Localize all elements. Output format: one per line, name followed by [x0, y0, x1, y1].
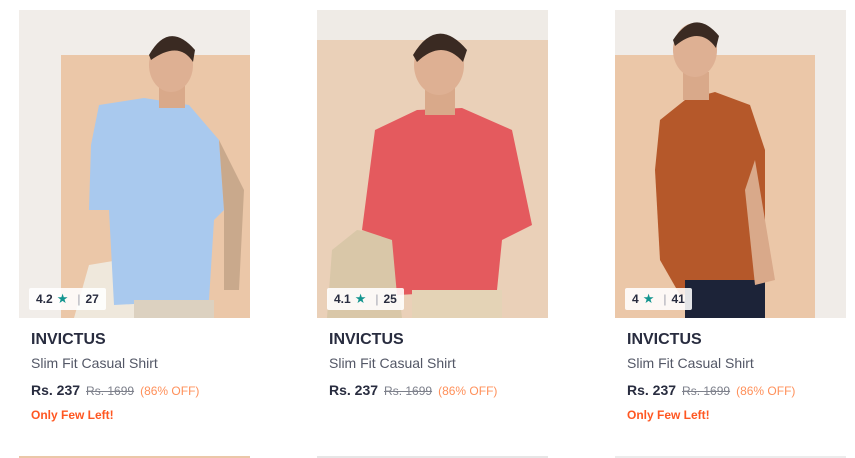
- product-price: Rs. 237: [31, 382, 81, 398]
- product-price: Rs. 237: [329, 382, 379, 398]
- stock-note: Only Few Left!: [627, 408, 710, 422]
- product-card[interactable]: 4.2 ★ | 27 INVICTUS Slim Fit Casual Shir…: [19, 10, 250, 423]
- product-discount: (86% OFF): [438, 384, 498, 398]
- product-brand[interactable]: INVICTUS: [627, 330, 846, 350]
- rating-separator: |: [375, 292, 379, 306]
- star-icon: ★: [642, 291, 655, 306]
- product-info[interactable]: INVICTUS Slim Fit Casual Shirt Rs. 237 R…: [317, 318, 548, 400]
- rating-value: 4.1: [334, 292, 351, 306]
- rating-badge: 4.1 ★ | 25: [327, 288, 404, 310]
- product-mrp: Rs. 1699: [682, 384, 731, 398]
- rating-value: 4: [632, 292, 639, 306]
- star-icon: ★: [354, 291, 367, 306]
- product-brand[interactable]: INVICTUS: [31, 330, 250, 350]
- product-card[interactable]: 4 ★ | 41 INVICTUS Slim Fit Casual Shirt …: [615, 10, 846, 423]
- product-mrp: Rs. 1699: [384, 384, 433, 398]
- stock-note: Only Few Left!: [31, 408, 114, 422]
- price-row: Rs. 237 Rs. 1699 (86% OFF): [627, 381, 846, 400]
- product-discount: (86% OFF): [140, 384, 200, 398]
- product-name[interactable]: Slim Fit Casual Shirt: [31, 353, 250, 373]
- product-card[interactable]: 4.1 ★ | 25 INVICTUS Slim Fit Casual Shir…: [317, 10, 548, 400]
- product-image[interactable]: 4 ★ | 41: [615, 10, 846, 318]
- rating-count: 41: [671, 292, 685, 306]
- rating-count: 25: [383, 292, 397, 306]
- rating-badge: 4 ★ | 41: [625, 288, 692, 310]
- product-info[interactable]: INVICTUS Slim Fit Casual Shirt Rs. 237 R…: [19, 318, 250, 423]
- product-discount: (86% OFF): [736, 384, 796, 398]
- rating-separator: |: [663, 292, 667, 306]
- price-row: Rs. 237 Rs. 1699 (86% OFF): [31, 381, 250, 400]
- rating-count: 27: [85, 292, 99, 306]
- price-row: Rs. 237 Rs. 1699 (86% OFF): [329, 381, 548, 400]
- product-brand[interactable]: INVICTUS: [329, 330, 548, 350]
- product-price: Rs. 237: [627, 382, 677, 398]
- product-mrp: Rs. 1699: [86, 384, 135, 398]
- product-info[interactable]: INVICTUS Slim Fit Casual Shirt Rs. 237 R…: [615, 318, 846, 423]
- rating-badge: 4.2 ★ | 27: [29, 288, 106, 310]
- product-image[interactable]: 4.1 ★ | 25: [317, 10, 548, 318]
- rating-separator: |: [77, 292, 81, 306]
- product-name[interactable]: Slim Fit Casual Shirt: [329, 353, 548, 373]
- product-name[interactable]: Slim Fit Casual Shirt: [627, 353, 846, 373]
- product-image[interactable]: 4.2 ★ | 27: [19, 10, 250, 318]
- rating-value: 4.2: [36, 292, 53, 306]
- star-icon: ★: [56, 291, 69, 306]
